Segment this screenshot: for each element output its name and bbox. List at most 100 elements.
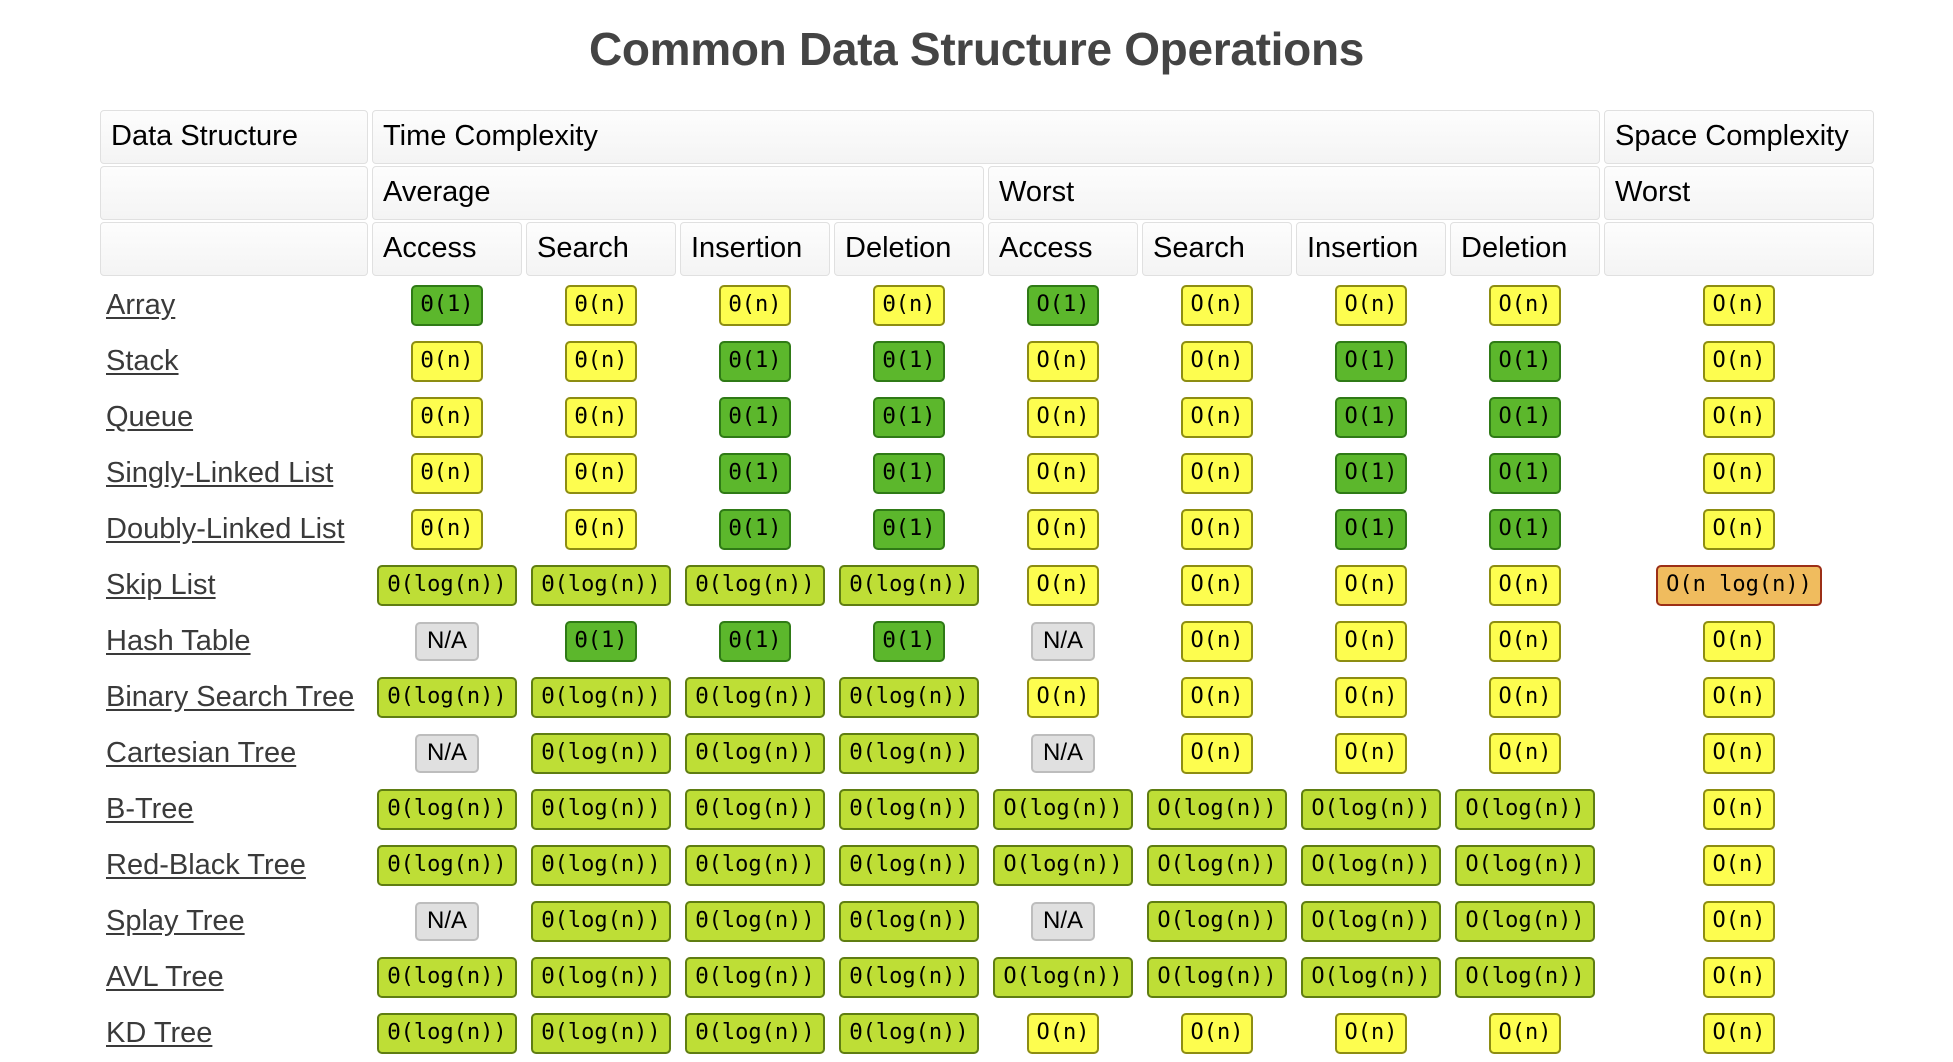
complexity-cell: O(n) — [1142, 334, 1292, 388]
complexity-chip: O(n) — [1702, 844, 1776, 886]
data-structure-link[interactable]: Stack — [106, 345, 179, 377]
complexity-chip: Θ(log(n)) — [531, 900, 671, 942]
data-structure-link[interactable]: KD Tree — [106, 1017, 212, 1049]
complexity-chip: Θ(log(n)) — [685, 564, 825, 606]
complexity-chip: O(n) — [1334, 676, 1408, 718]
complexity-cell: Θ(1) — [834, 334, 984, 388]
complexity-chip: Θ(log(n)) — [685, 956, 825, 998]
complexity-cell: Θ(n) — [372, 390, 522, 444]
complexity-chip: Θ(n) — [410, 396, 484, 438]
complexity-cell: O(log(n)) — [1450, 782, 1600, 836]
complexity-chip: O(n) — [1334, 732, 1408, 774]
complexity-chip: O(log(n)) — [993, 844, 1133, 886]
complexity-cell: O(n) — [1604, 726, 1874, 780]
complexity-cell: Θ(n) — [526, 278, 676, 332]
complexity-cell: N/A — [372, 726, 522, 780]
data-structure-link[interactable]: Cartesian Tree — [106, 737, 296, 769]
complexity-cell: O(n) — [1296, 278, 1446, 332]
complexity-chip: O(log(n)) — [993, 788, 1133, 830]
header-worst-insertion: Insertion — [1296, 222, 1446, 276]
complexity-chip: N/A — [414, 901, 479, 941]
complexity-chip: N/A — [1030, 901, 1095, 941]
complexity-chip: O(1) — [1488, 396, 1562, 438]
complexity-cell: O(log(n)) — [1450, 950, 1600, 1004]
header-data-structure: Data Structure — [100, 110, 368, 164]
complexity-chip: O(n) — [1180, 508, 1254, 550]
complexity-chip: O(n) — [1702, 340, 1776, 382]
complexity-chip: O(1) — [1488, 340, 1562, 382]
complexity-chip: O(n) — [1702, 900, 1776, 942]
complexity-cell: O(n) — [988, 558, 1138, 612]
data-structure-link[interactable]: Skip List — [106, 569, 216, 601]
complexity-cell: Θ(1) — [372, 278, 522, 332]
complexity-chip: O(1) — [1488, 452, 1562, 494]
complexity-chip: O(log(n)) — [1147, 844, 1287, 886]
complexity-cell: O(n) — [1604, 782, 1874, 836]
data-structure-link[interactable]: Doubly-Linked List — [106, 513, 345, 545]
complexity-chip: O(n) — [1702, 732, 1776, 774]
data-structure-name-cell: Skip List — [100, 558, 368, 612]
complexity-cell: O(n) — [1604, 614, 1874, 668]
complexity-cell: O(n) — [1604, 894, 1874, 948]
complexity-chip: O(n) — [1334, 620, 1408, 662]
header-space-complexity: Space Complexity — [1604, 110, 1874, 164]
complexity-cell: O(1) — [1450, 334, 1600, 388]
data-structure-link[interactable]: B-Tree — [106, 793, 194, 825]
data-structure-name-cell: Array — [100, 278, 368, 332]
complexity-chip: Θ(log(n)) — [839, 732, 979, 774]
complexity-cell: Θ(n) — [526, 390, 676, 444]
complexity-cell: O(n) — [1604, 390, 1874, 444]
complexity-cell: O(n) — [1604, 838, 1874, 892]
complexity-cell: O(n) — [988, 502, 1138, 556]
complexity-cell: Θ(log(n)) — [680, 558, 830, 612]
complexity-cell: Θ(log(n)) — [680, 838, 830, 892]
table-row: Singly-Linked List Θ(n) Θ(n) Θ(1) Θ(1) O(n) O(… — [100, 446, 1874, 500]
complexity-chip: O(n log(n)) — [1656, 564, 1822, 606]
header-average: Average — [372, 166, 984, 220]
complexity-cell: O(n) — [1142, 446, 1292, 500]
complexity-cell: Θ(1) — [680, 390, 830, 444]
complexity-chip: Θ(n) — [564, 396, 638, 438]
complexity-chip: Θ(log(n)) — [531, 564, 671, 606]
complexity-cell: Θ(log(n)) — [834, 1006, 984, 1060]
complexity-chip: Θ(n) — [564, 508, 638, 550]
complexity-chip: O(n) — [1334, 564, 1408, 606]
data-structure-link[interactable]: Hash Table — [106, 625, 251, 657]
header-worst-access: Access — [988, 222, 1138, 276]
complexity-chip: Θ(1) — [564, 620, 638, 662]
data-structure-link[interactable]: Red-Black Tree — [106, 849, 306, 881]
complexity-cell: Θ(n) — [680, 278, 830, 332]
complexity-cell: Θ(log(n)) — [680, 670, 830, 724]
complexity-cell: Θ(log(n)) — [526, 670, 676, 724]
complexity-chip: Θ(1) — [872, 508, 946, 550]
complexity-cell: O(n) — [1450, 278, 1600, 332]
complexity-cell: Θ(log(n)) — [372, 1006, 522, 1060]
complexity-cell: O(n) — [988, 1006, 1138, 1060]
data-structure-name-cell: AVL Tree — [100, 950, 368, 1004]
complexity-chip: O(log(n)) — [1455, 844, 1595, 886]
table-head: Data Structure Time Complexity Space Com… — [100, 110, 1874, 276]
data-structure-link[interactable]: Singly-Linked List — [106, 457, 333, 489]
complexity-chip: O(log(n)) — [1301, 788, 1441, 830]
complexity-cell: O(log(n)) — [1296, 838, 1446, 892]
complexity-chip: O(1) — [1488, 508, 1562, 550]
complexity-chip: O(n) — [1702, 956, 1776, 998]
complexity-chip: O(n) — [1026, 396, 1100, 438]
complexity-chip: Θ(log(n)) — [685, 676, 825, 718]
complexity-chip: O(n) — [1180, 1012, 1254, 1054]
complexity-chip: O(n) — [1702, 396, 1776, 438]
complexity-chip: O(n) — [1334, 1012, 1408, 1054]
data-structure-link[interactable]: AVL Tree — [106, 961, 224, 993]
data-structure-link[interactable]: Queue — [106, 401, 193, 433]
header-blank-2 — [100, 222, 368, 276]
complexity-cell: Θ(log(n)) — [526, 950, 676, 1004]
complexity-cell: O(log(n)) — [1142, 894, 1292, 948]
complexity-cell: O(1) — [988, 278, 1138, 332]
complexity-chip: O(log(n)) — [1455, 956, 1595, 998]
data-structure-link[interactable]: Splay Tree — [106, 905, 245, 937]
data-structure-link[interactable]: Array — [106, 289, 175, 321]
complexity-chip: O(n) — [1026, 676, 1100, 718]
complexity-chip: Θ(log(n)) — [839, 1012, 979, 1054]
complexity-cell: O(log(n)) — [1450, 838, 1600, 892]
data-structure-link[interactable]: Binary Search Tree — [106, 681, 354, 713]
